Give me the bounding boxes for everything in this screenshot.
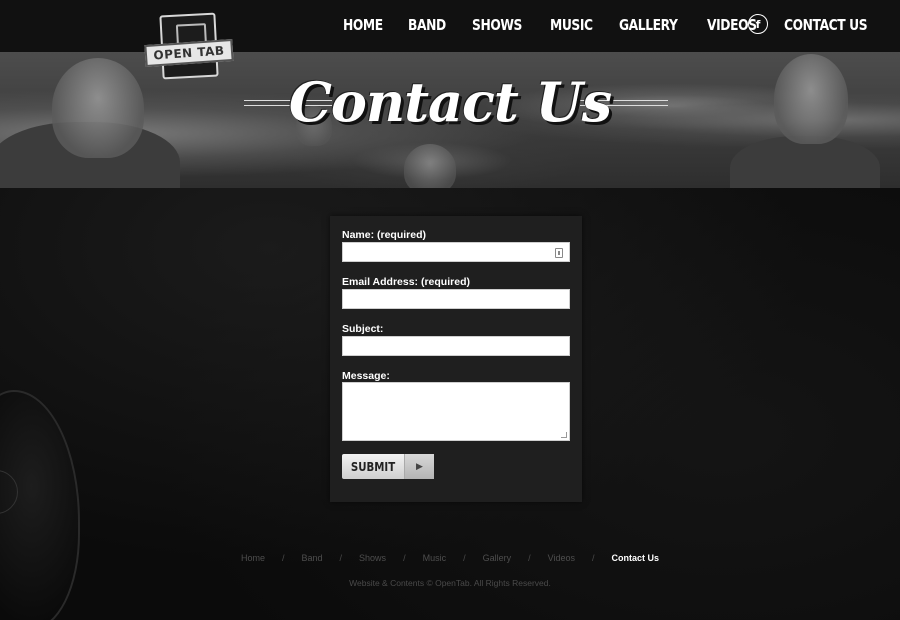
main-nav: HOME BAND SHOWS MUSIC GALLERY VIDEOS CON… (343, 13, 900, 37)
nav-shows[interactable]: SHOWS (472, 16, 522, 34)
footer-link-band[interactable]: Band (302, 553, 323, 563)
name-field[interactable] (342, 242, 570, 262)
page-title: Contact Us (288, 70, 612, 134)
name-label: Name: (required) (342, 229, 427, 241)
site-logo[interactable]: OPEN TAB (143, 12, 235, 82)
copyright-text: Website & Contents © OpenTab. All Rights… (349, 578, 551, 588)
hero-person-center (404, 144, 456, 188)
nav-gallery[interactable]: GALLERY (619, 16, 678, 34)
footer-link-contact-us[interactable]: Contact Us (612, 553, 660, 563)
footer-link-home[interactable]: Home (241, 553, 265, 563)
footer-link-videos[interactable]: Videos (548, 553, 575, 563)
subject-label: Subject: (342, 323, 384, 335)
footer-separator: / (281, 553, 285, 563)
arrow-right-icon: ▶ (404, 454, 434, 479)
footer-separator: / (528, 553, 531, 563)
footer-separator: / (339, 553, 343, 563)
footer-nav: Home / Band / Shows / Music / Gallery / … (0, 551, 900, 565)
facebook-icon[interactable]: f (748, 14, 768, 34)
message-field[interactable] (342, 382, 570, 441)
hero-banner: Contact Us (0, 52, 900, 188)
resize-grip-icon[interactable] (561, 432, 567, 438)
logo-text: OPEN TAB (144, 38, 234, 68)
message-label: Message: (342, 370, 390, 382)
footer-link-music[interactable]: Music (423, 553, 447, 563)
email-field[interactable] (342, 289, 570, 309)
nav-music[interactable]: MUSIC (550, 16, 593, 34)
nav-contact-us[interactable]: CONTACT US (784, 16, 868, 34)
top-nav-bar: HOME BAND SHOWS MUSIC GALLERY VIDEOS CON… (0, 0, 900, 52)
contact-form: Name: (required) Email Address: (require… (330, 216, 582, 502)
nav-band[interactable]: BAND (408, 16, 446, 34)
subject-field[interactable] (342, 336, 570, 356)
footer-separator: / (403, 553, 406, 563)
footer-separator: / (463, 553, 466, 563)
submit-button[interactable]: SUBMIT ▶ (342, 454, 434, 479)
autofill-icon[interactable] (555, 248, 563, 258)
footer-link-gallery[interactable]: Gallery (483, 553, 512, 563)
email-label: Email Address: (required) (342, 276, 470, 288)
footer-separator: / (592, 553, 595, 563)
footer-link-shows[interactable]: Shows (359, 553, 386, 563)
submit-label: SUBMIT (350, 459, 396, 474)
nav-home[interactable]: HOME (343, 16, 383, 34)
